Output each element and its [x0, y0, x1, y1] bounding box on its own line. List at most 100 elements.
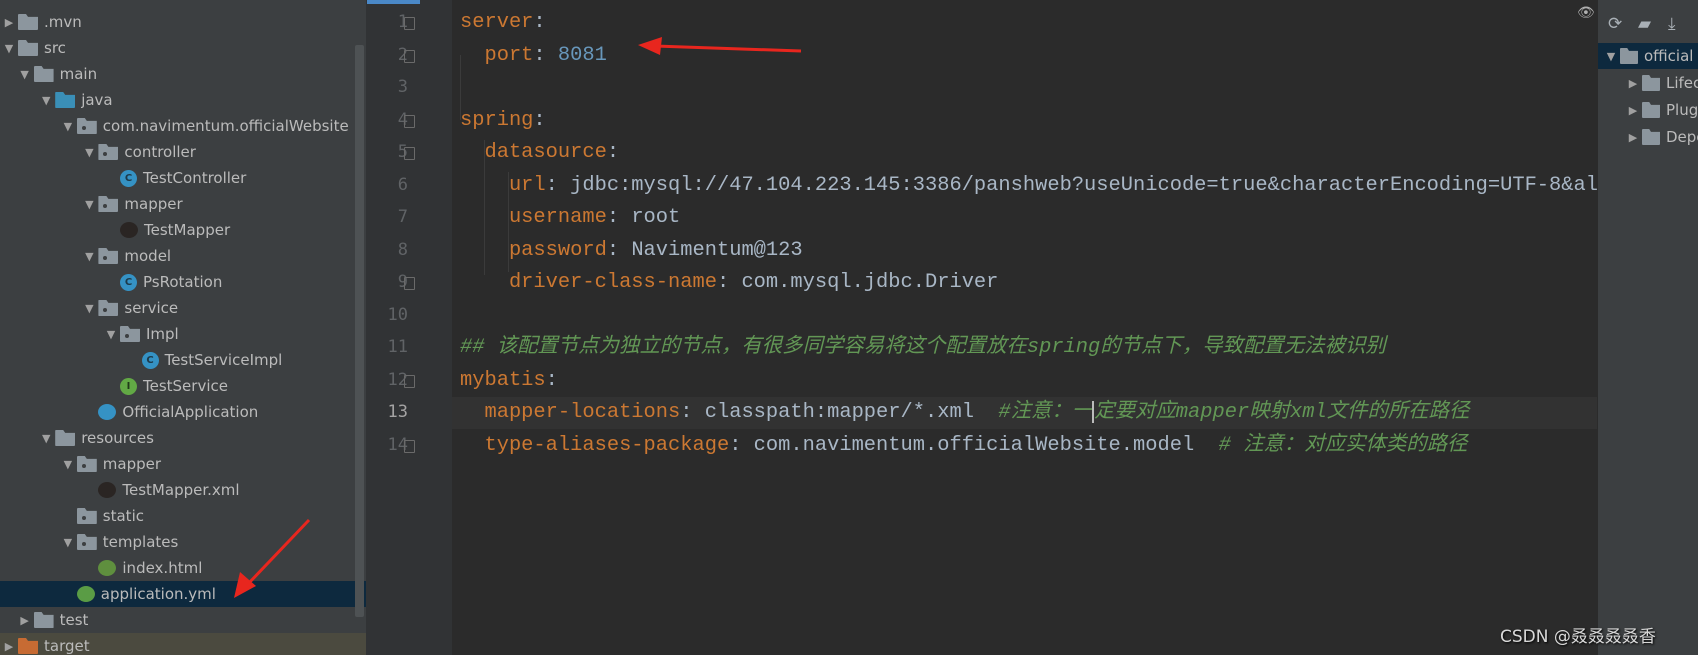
tree-item[interactable]: ▼ mapper: [0, 451, 366, 477]
maven-item-label: Lifecycle: [1666, 74, 1698, 92]
tree-item[interactable]: ▼ java: [0, 87, 366, 113]
chevron-down-icon[interactable]: ▼: [37, 432, 55, 445]
code-line[interactable]: mybatis:: [452, 365, 1597, 397]
mybatis-mapper-icon: [120, 222, 138, 238]
code-line[interactable]: [452, 72, 1597, 104]
tree-item[interactable]: application.yml: [0, 581, 366, 607]
source-folder-icon: [55, 92, 76, 108]
chevron-right-icon[interactable]: ▶: [1624, 131, 1642, 144]
line-number: 11: [387, 337, 408, 357]
maven-tree-item[interactable]: ▶ Plugins: [1598, 97, 1698, 123]
tree-item-label: TestMapper.xml: [122, 481, 240, 499]
preview-eye-icon[interactable]: 👁: [1577, 5, 1595, 21]
tree-item[interactable]: ▼ resources: [0, 425, 366, 451]
refresh-icon[interactable]: ⟳: [1608, 14, 1622, 34]
chevron-down-icon[interactable]: ▼: [59, 536, 77, 549]
tree-item[interactable]: ▼ controller: [0, 139, 366, 165]
fold-marker-icon[interactable]: [404, 277, 415, 290]
line-number: 14: [387, 434, 408, 455]
tree-item[interactable]: ▼ templates: [0, 529, 366, 555]
fold-marker-icon[interactable]: [404, 17, 415, 30]
tree-item[interactable]: ▼ com.navimentum.officialWebsite: [0, 113, 366, 139]
fold-marker-icon[interactable]: [404, 49, 415, 63]
fold-marker-icon[interactable]: [404, 374, 415, 388]
code-token: username: [460, 206, 607, 229]
code-token: : jdbc:mysql://47.104.223.145:3386/pansh…: [545, 173, 1597, 197]
tree-item[interactable]: ▶ test: [0, 607, 366, 633]
tree-item-label: TestService: [143, 377, 228, 395]
chevron-down-icon[interactable]: ▼: [1602, 50, 1620, 63]
tree-item[interactable]: ▶ target: [0, 633, 366, 655]
tree-item-label: model: [124, 247, 172, 265]
tree-item-label: mapper: [102, 455, 162, 473]
chevron-down-icon[interactable]: ▼: [80, 198, 98, 211]
chevron-down-icon[interactable]: ▼: [80, 250, 98, 263]
maven-tree-item[interactable]: ▶ Dependencies: [1598, 124, 1698, 150]
tree-item[interactable]: index.html: [0, 555, 366, 581]
tree-item[interactable]: ▼ main: [0, 61, 366, 87]
code-line[interactable]: port: 8081: [452, 40, 1597, 72]
package-icon: [120, 326, 140, 342]
fold-marker-icon[interactable]: [404, 439, 415, 453]
tree-item[interactable]: TestMapper: [0, 217, 366, 243]
chevron-down-icon[interactable]: ▼: [16, 68, 34, 81]
tree-item[interactable]: ▶ .mvn: [0, 9, 366, 35]
chevron-down-icon[interactable]: ▼: [59, 120, 77, 133]
code-line[interactable]: type-aliases-package: com.navimentum.off…: [452, 430, 1597, 462]
line-number: 3: [397, 77, 408, 97]
tree-item[interactable]: ▼ service: [0, 295, 366, 321]
chevron-down-icon[interactable]: ▼: [80, 146, 98, 159]
folder-icon: [18, 14, 38, 30]
code-token: password: [460, 238, 607, 262]
package-icon: [76, 456, 97, 472]
tree-item[interactable]: OfficialApplication: [0, 399, 366, 425]
tree-item[interactable]: ▼ Impl: [0, 321, 366, 347]
tree-item[interactable]: ▼ src: [0, 35, 366, 61]
code-editor[interactable]: server: port: 8081 spring: datasource: ur…: [452, 0, 1597, 655]
package-icon: [98, 196, 119, 212]
chevron-right-icon[interactable]: ▶: [0, 16, 18, 29]
line-number: 13: [387, 402, 408, 422]
code-line[interactable]: server:: [452, 7, 1597, 39]
code-line[interactable]: ## 该配置节点为独立的节点，有很多同学容易将这个配置放在spring的节点下，…: [452, 332, 1597, 364]
chevron-down-icon[interactable]: ▼: [37, 94, 55, 107]
tree-item[interactable]: ▼ mapper: [0, 191, 366, 217]
code-line[interactable]: mapper-locations: classpath:mapper/*.xml…: [452, 397, 1597, 429]
code-line[interactable]: [452, 300, 1597, 332]
maven-tree-item[interactable]: ▼ official: [1598, 43, 1698, 69]
tree-item[interactable]: ▼ model: [0, 243, 366, 269]
reimport-folder-icon[interactable]: ▰: [1638, 14, 1651, 34]
chevron-down-icon[interactable]: ▼: [102, 328, 120, 341]
code-line[interactable]: url: jdbc:mysql://47.104.223.145:3386/pa…: [452, 170, 1597, 202]
code-line[interactable]: driver-class-name: com.mysql.jdbc.Driver: [452, 267, 1597, 299]
class-icon: C: [120, 273, 137, 291]
chevron-down-icon[interactable]: ▼: [80, 302, 98, 315]
chevron-right-icon[interactable]: ▶: [0, 640, 18, 653]
chevron-down-icon[interactable]: ▼: [59, 458, 77, 471]
tree-item[interactable]: I TestService: [0, 373, 366, 399]
tree-item[interactable]: TestMapper.xml: [0, 477, 366, 503]
code-line[interactable]: spring:: [452, 105, 1597, 137]
download-icon[interactable]: ⤓: [1668, 14, 1676, 34]
code-line[interactable]: username: root: [452, 202, 1597, 234]
chevron-right-icon[interactable]: ▶: [1624, 77, 1642, 90]
class-icon: C: [141, 351, 159, 369]
chevron-down-icon[interactable]: ▼: [0, 42, 18, 55]
tree-item[interactable]: C TestController: [0, 165, 366, 191]
project-tree-scrollbar[interactable]: [355, 45, 364, 617]
code-line[interactable]: datasource:: [452, 137, 1597, 169]
tree-item[interactable]: C TestServiceImpl: [0, 347, 366, 373]
line-number: 9: [397, 272, 408, 292]
code-token: type-aliases-package: [460, 433, 730, 457]
maven-item-label: official: [1644, 47, 1694, 65]
tree-item[interactable]: C PsRotation: [0, 269, 366, 295]
chevron-right-icon[interactable]: ▶: [1624, 104, 1642, 117]
code-line[interactable]: password: Navimentum@123: [452, 235, 1597, 267]
chevron-right-icon[interactable]: ▶: [16, 614, 34, 627]
code-token: :: [533, 11, 546, 34]
tree-item-label: .mvn: [44, 13, 82, 31]
maven-tree-item[interactable]: ▶ Lifecycle: [1598, 70, 1698, 96]
fold-marker-icon[interactable]: [404, 147, 415, 160]
fold-marker-icon[interactable]: [404, 114, 415, 128]
tree-item[interactable]: static: [0, 503, 366, 529]
